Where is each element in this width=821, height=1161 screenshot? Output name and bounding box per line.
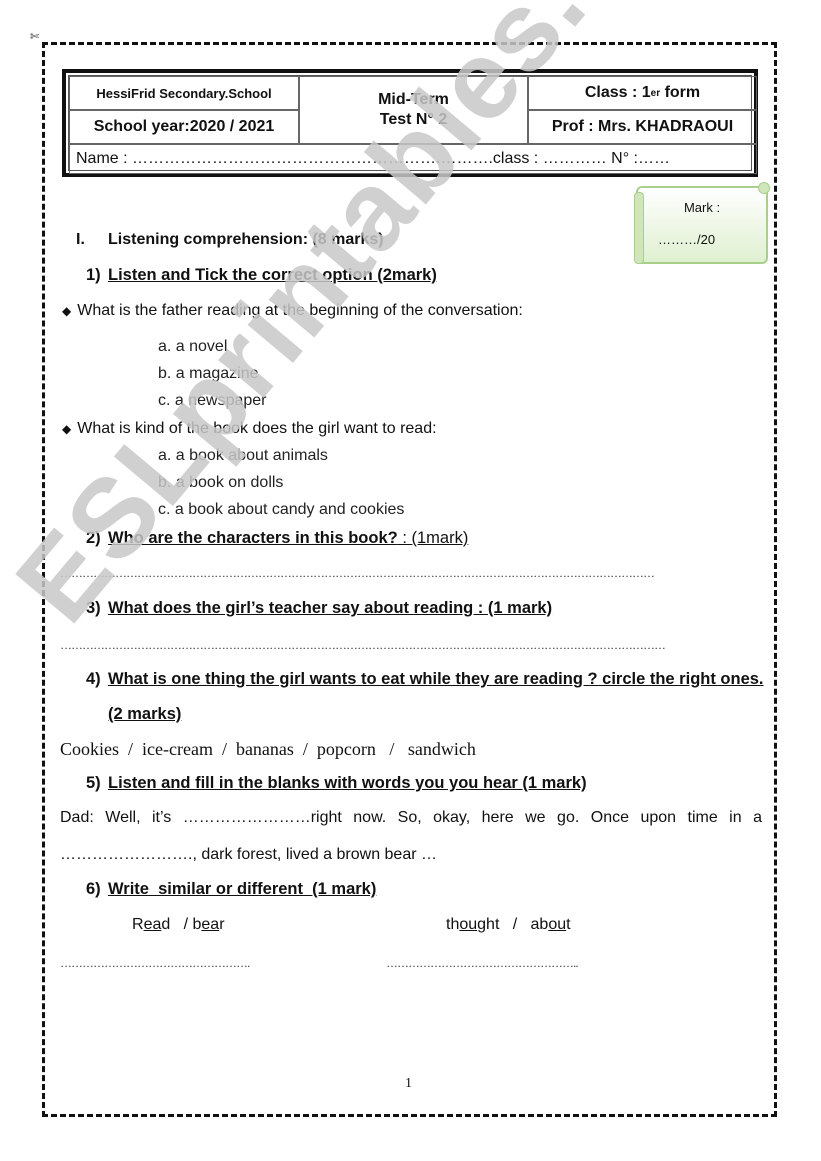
q1-item1-prompt: ◆ What is the father reading at the begin… [62, 302, 523, 319]
school-name: HessiFrid Secondary.School [69, 76, 299, 110]
class-label: Class : 1 er form [528, 76, 757, 110]
school-year: School year:2020 / 2021 [69, 110, 299, 144]
q6-answer-line-2[interactable]: …………………………………………….. [386, 956, 604, 970]
q1-title: Listen and Tick the correct option (2mar… [108, 266, 437, 284]
q1-number: 1) [86, 266, 101, 284]
scissors-icon: ✄ [30, 31, 40, 43]
q4-number: 4) [86, 670, 101, 688]
q4-food-choices[interactable]: Cookies / ice-cream / bananas / popcorn … [60, 739, 476, 760]
q1-item1-option-a[interactable]: a. a novel [158, 338, 227, 356]
mark-value[interactable]: ………/20 [658, 232, 715, 247]
test-title-line1: Mid-Term [378, 91, 449, 108]
student-name-field[interactable]: Name : ………………………………………………….……….class : …… [69, 144, 757, 174]
q3-answer-line[interactable]: …………………………………………………………………………………………………………… [60, 638, 680, 652]
q6-word-pair-2: thought / about [446, 916, 571, 933]
q5-title: Listen and fill in the blanks with words… [108, 774, 587, 792]
q2-answer-line[interactable]: …………………………………………………………………………………………………………… [60, 566, 675, 580]
q3-number: 3) [86, 599, 101, 617]
header-table: HessiFrid Secondary.School School year:2… [62, 69, 758, 177]
q1-item2-option-c[interactable]: c. a book about candy and cookies [158, 501, 404, 519]
teacher-name: Prof : Mrs. KHADRAOUI [528, 110, 757, 144]
q6-title: Write similar or different (1 mark) [108, 880, 377, 898]
q5-text-line2[interactable]: ……………………., dark forest, lived a brown be… [60, 846, 437, 864]
section-title: Listening comprehension: (8 marks) [108, 231, 384, 248]
q1-item1-option-b[interactable]: b. a magazine [158, 365, 259, 383]
q1-item2-option-b[interactable]: b. a book on dolls [158, 474, 283, 492]
test-title: Mid-Term Test N° 2 [299, 76, 528, 144]
q5-number: 5) [86, 774, 101, 792]
q4-title: What is one thing the girl wants to eat … [108, 670, 764, 688]
q2-number: 2) [86, 529, 101, 547]
test-title-line2: Test N° 2 [379, 111, 448, 128]
q6-word-pair-1: Read / bear [132, 916, 225, 933]
page-number: 1 [405, 1076, 412, 1091]
diamond-bullet-icon: ◆ [62, 422, 72, 436]
q6-answer-line-1[interactable]: ……………………………………………. [60, 956, 275, 970]
diamond-bullet-icon: ◆ [62, 304, 72, 318]
mark-box: Mark : ………/20 [634, 182, 770, 264]
mark-label: Mark : [683, 200, 721, 215]
q4-marks: (2 marks) [108, 705, 182, 723]
q2-title: Who are the characters in this book? : (… [108, 529, 469, 547]
q3-title: What does the girl’s teacher say about r… [108, 599, 553, 617]
q5-text-line1[interactable]: Dad: Well, it’s ……………………right now. So, o… [60, 809, 762, 827]
q1-item2-option-a[interactable]: a. a book about animals [158, 447, 328, 465]
section-number: I. [76, 231, 85, 248]
q6-number: 6) [86, 880, 101, 898]
q1-item1-option-c[interactable]: c. a newspaper [158, 392, 267, 410]
q1-item2-prompt: ◆ What is kind of the book does the girl … [62, 420, 437, 437]
